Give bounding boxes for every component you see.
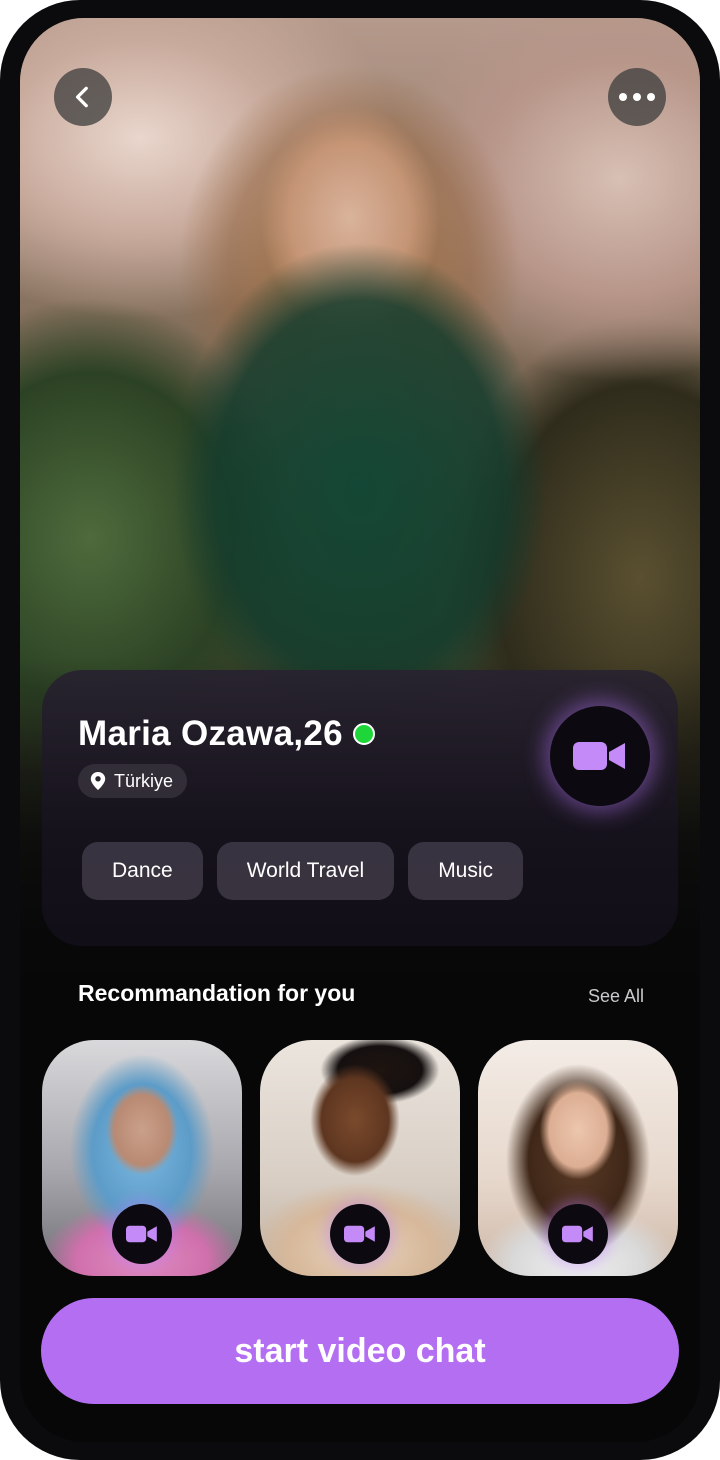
location-text: Türkiye: [114, 770, 174, 791]
recommendation-video-button[interactable]: [548, 1204, 608, 1264]
back-button[interactable]: [54, 68, 112, 126]
see-all-link[interactable]: See All: [588, 986, 644, 1007]
recommendation-card[interactable]: [478, 1040, 678, 1276]
video-camera-icon: [344, 1225, 375, 1243]
recommendation-video-button[interactable]: [112, 1204, 172, 1264]
recommendation-video-button[interactable]: [330, 1204, 390, 1264]
recommendation-card[interactable]: [42, 1040, 242, 1276]
start-video-chat-button[interactable]: start video chat: [41, 1298, 679, 1404]
video-call-button[interactable]: [550, 706, 650, 806]
location-badge: Türkiye: [78, 764, 188, 798]
name-row: Maria Ozawa,26: [78, 714, 375, 754]
screen: Maria Ozawa,26 Türkiye Dance World Trave…: [20, 18, 700, 1442]
interest-tags: Dance World Travel Music: [82, 842, 524, 900]
profile-card: Maria Ozawa,26 Türkiye Dance World Trave…: [42, 670, 678, 946]
recommendation-title: Recommandation for you: [78, 980, 356, 1006]
video-camera-icon: [573, 742, 625, 770]
profile-name: Maria Ozawa,26: [78, 714, 343, 753]
tag-world-travel[interactable]: World Travel: [216, 842, 395, 900]
recommendation-card[interactable]: [260, 1040, 460, 1276]
location-pin-icon: [90, 772, 106, 790]
video-camera-icon: [562, 1225, 593, 1243]
tag-music[interactable]: Music: [408, 842, 524, 900]
more-dots-icon: [619, 93, 655, 101]
phone-frame: Maria Ozawa,26 Türkiye Dance World Trave…: [0, 0, 720, 1460]
chevron-left-icon: [75, 86, 88, 108]
more-options-button[interactable]: [608, 68, 666, 126]
online-status-icon: [352, 723, 375, 745]
tag-dance[interactable]: Dance: [82, 842, 203, 900]
video-camera-icon: [126, 1225, 157, 1243]
